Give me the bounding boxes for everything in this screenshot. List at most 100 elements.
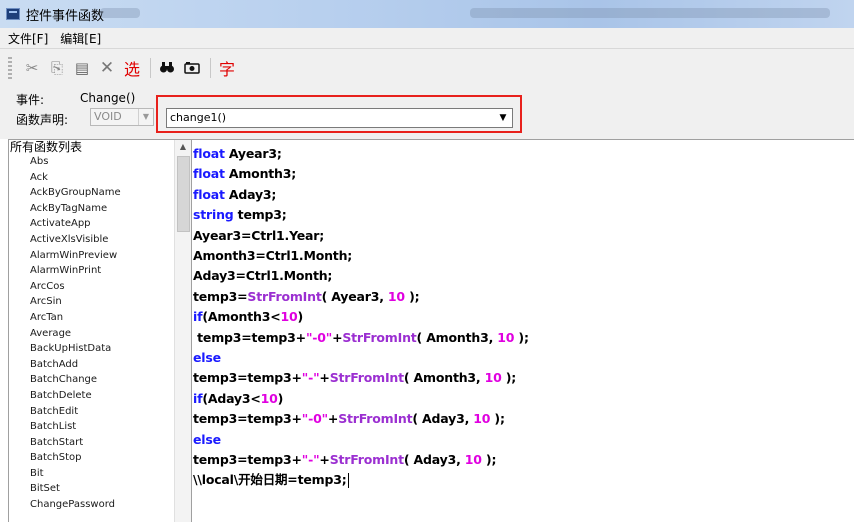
function-list-item[interactable]: BatchChange bbox=[9, 372, 172, 388]
code-token: if bbox=[193, 309, 203, 325]
code-token: + bbox=[327, 411, 339, 427]
function-list-item[interactable]: Abs bbox=[9, 154, 172, 170]
code-token: temp3=temp3+ bbox=[193, 452, 302, 467]
blurred-title-text bbox=[100, 8, 140, 18]
scroll-thumb[interactable] bbox=[177, 156, 190, 232]
function-list-item[interactable]: AckByGroupName bbox=[9, 185, 172, 201]
function-list-items: 所有函数列表 Abs Ack AckByGroupName AckByTagName A… bbox=[9, 140, 172, 513]
toolbar-grip[interactable] bbox=[8, 57, 12, 79]
function-list-item[interactable]: ArcTan bbox=[9, 310, 172, 326]
code-token: + bbox=[332, 329, 343, 345]
declaration-label: 函数声明: bbox=[16, 113, 69, 127]
code-token: temp3; bbox=[233, 207, 287, 223]
copy-icon[interactable]: ⎘ bbox=[47, 58, 67, 78]
code-token: 10 bbox=[387, 288, 405, 304]
menu-edit[interactable]: 编辑[E] bbox=[54, 30, 107, 47]
code-token: 10 bbox=[497, 329, 515, 345]
code-line: temp3=temp3+"-"+StrFromInt( Aday3, 10 ); bbox=[193, 450, 496, 470]
function-list-item[interactable]: BatchStop bbox=[9, 450, 172, 466]
code-token: (Amonth3< bbox=[202, 309, 281, 325]
function-list-item[interactable]: Ack bbox=[9, 170, 172, 186]
function-list-item[interactable]: BatchDelete bbox=[9, 388, 172, 404]
function-list-item[interactable]: BackUpHistData bbox=[9, 341, 172, 357]
code-token: ) bbox=[297, 309, 303, 325]
code-editor[interactable]: float Ayear3; float Amonth3; float Aday3; s… bbox=[191, 139, 854, 522]
chevron-down-icon[interactable]: ▼ bbox=[138, 109, 153, 125]
code-token: 10 bbox=[260, 390, 278, 406]
code-line: Ayear3=Ctrl1.Year; bbox=[193, 226, 324, 246]
code-token: StrFromInt bbox=[342, 329, 417, 345]
code-token: "-" bbox=[301, 452, 320, 467]
function-list-item[interactable]: ArcCos bbox=[9, 279, 172, 295]
blurred-title-region bbox=[470, 8, 830, 18]
code-token: ); bbox=[404, 288, 420, 304]
code-token: ( Aday3, bbox=[412, 411, 474, 427]
event-label: 事件: bbox=[16, 93, 45, 107]
function-list-item[interactable]: ActivateApp bbox=[9, 216, 172, 232]
cut-icon[interactable]: ✂ bbox=[22, 58, 42, 78]
title-bar: 控件事件函数 bbox=[0, 0, 854, 28]
code-token: ); bbox=[514, 329, 529, 345]
code-token: 10 bbox=[473, 411, 491, 427]
code-token: Aday3=Ctrl1.Month; bbox=[193, 268, 333, 284]
code-line: else bbox=[193, 430, 221, 450]
function-list-item[interactable]: Average bbox=[9, 326, 172, 342]
code-token: "-0" bbox=[305, 329, 333, 345]
function-list-item[interactable]: AlarmWinPreview bbox=[9, 248, 172, 264]
code-token: ); bbox=[490, 411, 505, 427]
code-line: float Amonth3; bbox=[193, 164, 296, 184]
paste-icon[interactable]: ▤ bbox=[72, 58, 92, 78]
code-token: "-" bbox=[301, 370, 320, 386]
toolbar-separator bbox=[150, 58, 151, 78]
code-line: Aday3=Ctrl1.Month; bbox=[193, 266, 332, 286]
code-token: ( Aday3, bbox=[403, 452, 465, 467]
function-list[interactable]: 所有函数列表 Abs Ack AckByGroupName AckByTagName A… bbox=[8, 139, 191, 522]
code-token: 10 bbox=[484, 370, 502, 386]
code-token: Amonth3; bbox=[224, 166, 297, 182]
function-list-scrollbar[interactable]: ▲ bbox=[174, 140, 191, 522]
code-token: float bbox=[193, 146, 225, 161]
code-token: else bbox=[193, 431, 221, 447]
function-list-item[interactable]: ChangePassword bbox=[9, 497, 172, 513]
function-list-item[interactable]: BitSet bbox=[9, 481, 172, 497]
menu-file[interactable]: 文件[F] bbox=[0, 30, 54, 47]
code-token: ); bbox=[501, 370, 517, 386]
code-token: \\local\开始日期=temp3; bbox=[193, 472, 347, 488]
code-token: (Aday3< bbox=[202, 390, 261, 406]
event-value: Change() bbox=[80, 91, 136, 105]
font-icon[interactable]: 字 bbox=[217, 58, 237, 79]
function-list-item[interactable]: BatchStart bbox=[9, 435, 172, 451]
code-token: string bbox=[193, 207, 234, 223]
select-icon[interactable]: 选 bbox=[122, 58, 142, 79]
code-token: StrFromInt bbox=[329, 452, 404, 467]
code-line: temp3=temp3+"-0"+StrFromInt( Aday3, 10 )… bbox=[193, 409, 505, 429]
toolbar: ✂ ⎘ ▤ ✕ 选 字 bbox=[0, 49, 854, 87]
function-list-header: 所有函数列表 bbox=[10, 140, 83, 154]
code-token: temp3=temp3+ bbox=[193, 329, 306, 345]
code-line: string temp3; bbox=[193, 205, 287, 225]
delete-icon[interactable]: ✕ bbox=[97, 58, 117, 78]
function-list-item[interactable]: BatchEdit bbox=[9, 404, 172, 420]
code-token: ( Ayear3, bbox=[321, 288, 388, 304]
function-list-item[interactable]: AckByTagName bbox=[9, 201, 172, 217]
return-type-select[interactable]: VOID ▼ bbox=[90, 108, 154, 126]
function-list-item[interactable]: AlarmWinPrint bbox=[9, 263, 172, 279]
code-token: + bbox=[319, 370, 330, 386]
function-list-item[interactable]: BatchList bbox=[9, 419, 172, 435]
find-icon[interactable] bbox=[157, 58, 177, 78]
function-list-item[interactable]: BatchAdd bbox=[9, 357, 172, 373]
scroll-up-icon[interactable]: ▲ bbox=[175, 140, 191, 154]
code-token: Aday3; bbox=[224, 186, 277, 202]
function-list-item[interactable]: Bit bbox=[9, 466, 172, 482]
code-line: temp3=temp3+"-"+StrFromInt( Amonth3, 10 … bbox=[193, 368, 516, 388]
code-line: float Aday3; bbox=[193, 185, 276, 205]
code-token: StrFromInt bbox=[329, 370, 404, 386]
replace-icon[interactable] bbox=[182, 58, 202, 78]
code-token: ( Amonth3, bbox=[403, 370, 485, 386]
code-token: if bbox=[193, 390, 203, 406]
text-caret bbox=[347, 473, 349, 489]
function-list-item[interactable]: ArcSin bbox=[9, 294, 172, 310]
code-line: if(Aday3<10) bbox=[193, 389, 283, 409]
code-token: ( Amonth3, bbox=[416, 329, 498, 345]
function-list-item[interactable]: ActiveXlsVisible bbox=[9, 232, 172, 248]
